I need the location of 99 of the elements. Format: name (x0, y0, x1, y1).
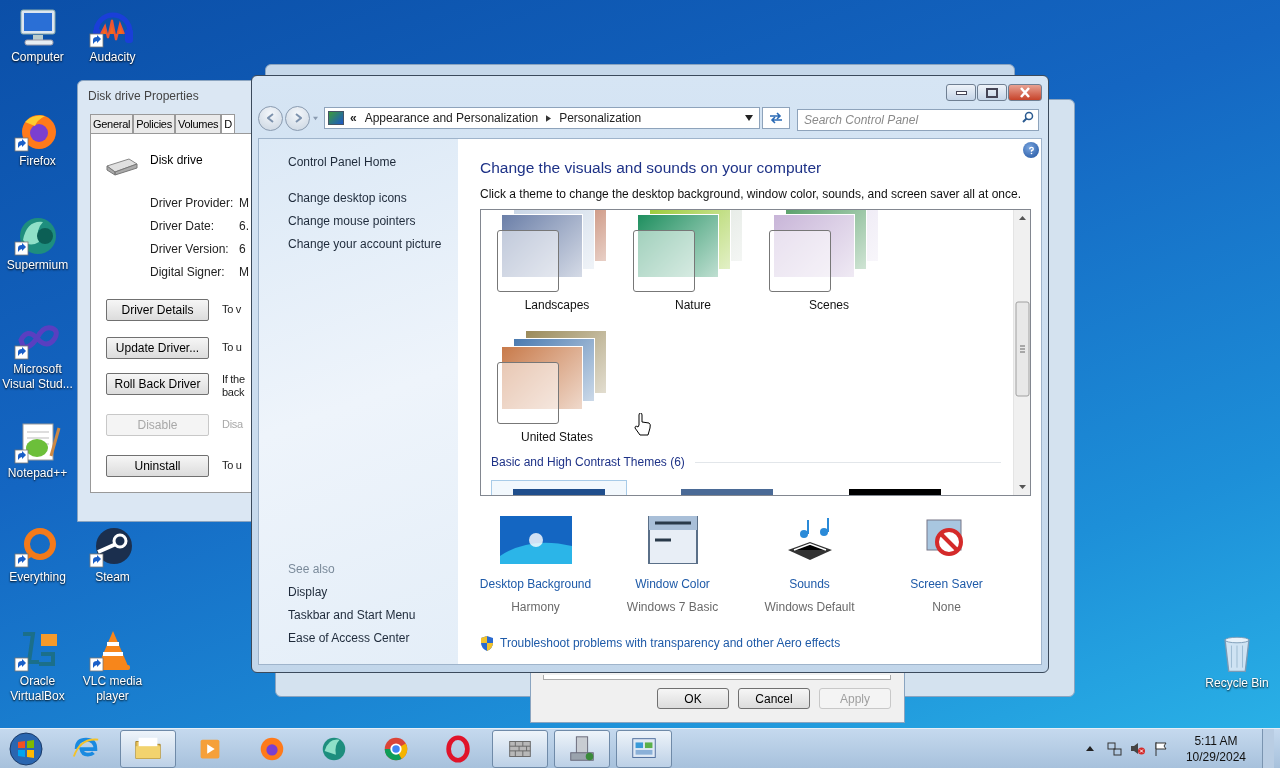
taskbar-button[interactable] (616, 729, 672, 768)
page-description: Click a theme to change the desktop background, window color, sounds, and screen saver all at once. (480, 186, 1022, 203)
driver-button[interactable]: Roll Back Driver (106, 373, 209, 395)
flag-icon[interactable] (1152, 741, 1168, 756)
field-value: 6. (239, 218, 249, 235)
field-label: Driver Provider: (150, 195, 234, 212)
back-button[interactable] (258, 105, 283, 131)
network-icon[interactable] (1106, 741, 1122, 756)
desktop-icon-label[interactable]: Notepad++ (0, 466, 75, 481)
setting-value: Windows Default (764, 599, 855, 616)
sidebar-link[interactable]: Ease of Access Center (288, 629, 458, 652)
forward-button[interactable] (285, 105, 310, 131)
sidebar-link[interactable]: Change desktop icons (288, 189, 458, 212)
clock-time: 5:11 AM (1194, 732, 1238, 749)
dialog-button[interactable]: OK (657, 688, 729, 709)
setting-link[interactable]: Sounds (789, 575, 830, 593)
clock[interactable]: 5:11 AM 10/29/2024 (1185, 732, 1246, 765)
address-bar[interactable]: « Appearance and Personalization Personalization (324, 107, 760, 129)
breadcrumb-item[interactable]: Appearance and Personalization (364, 109, 539, 127)
desktop-icon-label[interactable]: Everything (0, 570, 75, 585)
search-icon[interactable] (1022, 111, 1034, 123)
letter-o-logo-icon (443, 733, 473, 764)
show-desktop-button[interactable] (1262, 728, 1274, 768)
maximize-button[interactable] (977, 84, 1007, 101)
disk-drive-icon (105, 156, 139, 176)
setting-value: Windows 7 Basic (626, 599, 719, 616)
driver-button[interactable]: Uninstall (106, 455, 209, 477)
description-text: To u (222, 459, 242, 472)
breadcrumb-item[interactable]: Personalization (559, 109, 642, 127)
setting-link[interactable]: Desktop Background (479, 575, 592, 593)
sidebar-link[interactable]: Change mouse pointers (288, 212, 458, 235)
shield-icon (480, 635, 494, 651)
sidebar-link[interactable]: Taskbar and Start Menu (288, 606, 458, 629)
dropdown-icon[interactable] (745, 115, 753, 121)
hand-pointer-icon (634, 413, 652, 437)
section-heading: Basic and High Contrast Themes (6) (491, 454, 685, 471)
desktop-icon-label[interactable]: Firefox (0, 154, 75, 169)
breadcrumb-overflow[interactable]: « (350, 109, 357, 127)
setting-link[interactable]: Screen Saver (910, 575, 983, 593)
desktop-icon-label[interactable]: Audacity (75, 50, 150, 65)
field-value: M (239, 195, 249, 212)
tab[interactable]: Policies (133, 114, 175, 134)
field-label: Digital Signer: (150, 264, 225, 281)
sidebar-link[interactable]: Control Panel Home (288, 153, 458, 176)
minimize-button[interactable] (946, 84, 976, 101)
minimize-icon (955, 90, 967, 95)
theme-name[interactable]: United States (520, 428, 593, 446)
description-text: back (222, 386, 245, 399)
taskbar-button[interactable] (554, 729, 610, 768)
clock-date: 10/29/2024 (1185, 748, 1246, 765)
theme-name[interactable]: Landscapes (524, 296, 590, 314)
desktop-wallpaper-icon[interactable] (499, 516, 572, 564)
desktop-icon-label[interactable]: Microsoft Visual Stud... (0, 362, 75, 392)
window-title: Disk drive Properties (88, 88, 199, 105)
close-button[interactable] (1008, 84, 1042, 101)
desktop-icon-label[interactable]: Computer (0, 50, 75, 65)
sidebar-link[interactable]: Display (288, 583, 458, 606)
tab[interactable]: General (90, 114, 134, 134)
field-label: Driver Date: (150, 218, 214, 235)
taskbar-button[interactable] (492, 729, 548, 768)
desktop-icon-label[interactable]: VLC media player (75, 674, 150, 704)
description-text: If the (222, 373, 245, 386)
description-text: To v (222, 303, 242, 316)
see-also-heading: See also (288, 561, 336, 578)
monitor-icon (328, 111, 344, 125)
dialog-button[interactable]: Cancel (738, 688, 810, 709)
close-icon (1020, 87, 1030, 98)
field-value: 6 (239, 241, 246, 258)
notepad-icon[interactable] (12, 420, 63, 466)
theme-name[interactable]: Scenes (809, 296, 849, 314)
description-text: To u (222, 341, 242, 354)
computer-tower-icon (567, 733, 597, 764)
driver-button[interactable]: Update Driver... (106, 337, 209, 359)
field-label: Driver Version: (150, 241, 229, 258)
refresh-icon (768, 111, 784, 125)
driver-button[interactable]: Driver Details (106, 299, 209, 321)
theme-name[interactable]: Nature (675, 296, 711, 314)
setting-link[interactable]: Window Color (635, 575, 710, 593)
setting-value: Harmony (511, 599, 560, 616)
speaker-muted-icon[interactable] (1129, 741, 1145, 756)
search-field[interactable]: Search Control Panel (797, 109, 1039, 131)
description-text: Disa (222, 418, 243, 431)
desktop-icon-label[interactable]: Steam (75, 570, 150, 585)
maximize-icon (986, 87, 998, 98)
sidebar-link[interactable]: Change your account picture (288, 235, 458, 258)
setting-value: None (932, 599, 961, 616)
field-value: M (239, 264, 249, 281)
desktop-icon-label[interactable]: Supermium (0, 258, 75, 273)
refresh-button[interactable] (762, 107, 790, 129)
scrollbar[interactable] (1013, 210, 1030, 495)
tab[interactable]: D (221, 114, 235, 134)
troubleshoot-link[interactable]: Troubleshoot problems with transparency and other Aero effects (500, 634, 841, 652)
tab[interactable]: Volumes (174, 114, 222, 134)
page-heading: Change the visuals and sounds on your computer (480, 158, 823, 178)
desktop-icon-label[interactable]: Oracle VirtualBox (0, 674, 75, 704)
device-name: Disk drive (150, 152, 203, 169)
help-icon[interactable] (1023, 142, 1039, 158)
taskbar-button[interactable] (120, 729, 176, 768)
breadcrumb-separator-icon[interactable] (546, 114, 552, 122)
